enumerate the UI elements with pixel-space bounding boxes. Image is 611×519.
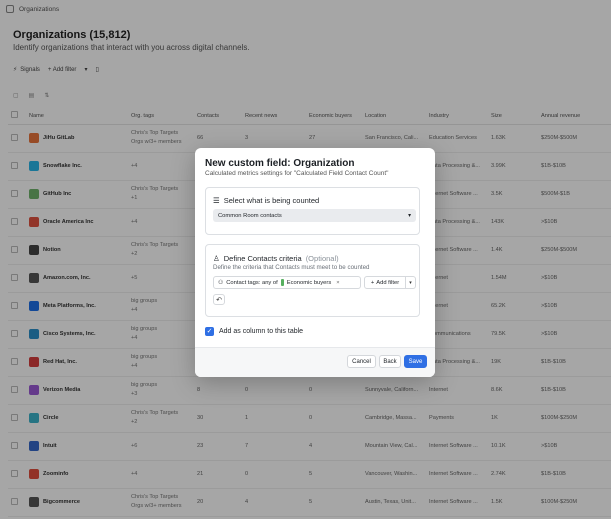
dialog-footer: Cancel Back Save <box>195 347 435 377</box>
count-target-select-value: Common Room contacts <box>218 212 282 219</box>
save-button[interactable]: Save <box>404 355 427 368</box>
add-filter-dropdown[interactable]: ▾ <box>406 276 416 289</box>
add-filter-label: Add filter <box>376 279 400 286</box>
filter-prefix: Contact tags: any of <box>226 279 278 286</box>
count-target-label: Select what is being counted <box>223 196 320 205</box>
count-target-section: ☰ Select what is being counted Common Ro… <box>205 187 420 235</box>
back-button[interactable]: Back <box>379 355 401 368</box>
undo-button[interactable]: ↶ <box>213 294 225 305</box>
checkmark-icon: ✓ <box>206 328 213 335</box>
new-custom-field-dialog: New custom field: Organization Calculate… <box>195 148 435 377</box>
add-column-checkbox[interactable]: ✓ <box>205 327 214 336</box>
caret-down-icon: ▾ <box>409 279 412 286</box>
dialog-title: New custom field: Organization <box>205 158 355 169</box>
contacts-criteria-section: ♙ Define Contacts criteria (Optional) De… <box>205 244 420 317</box>
count-target-heading: ☰ Select what is being counted <box>213 196 319 205</box>
add-column-option: ✓ Add as column to this table <box>205 327 303 336</box>
filter-value: Economic buyers <box>286 279 332 286</box>
cancel-button[interactable]: Cancel <box>347 355 376 368</box>
remove-filter-icon[interactable]: × <box>336 280 339 286</box>
dialog-subtitle: Calculated metrics settings for "Calcula… <box>205 170 389 177</box>
person-icon: ♙ <box>213 254 220 263</box>
list-icon: ☰ <box>213 196 220 205</box>
add-filter-button[interactable]: + Add filter <box>364 276 406 289</box>
people-icon: ⚇ <box>218 279 224 286</box>
optional-label: (Optional) <box>305 254 339 263</box>
contact-tags-filter[interactable]: ⚇ Contact tags: any of Economic buyers × <box>213 276 361 289</box>
criteria-heading: ♙ Define Contacts criteria (Optional) <box>213 254 339 263</box>
criteria-label: Define Contacts criteria <box>223 254 302 263</box>
undo-icon: ↶ <box>216 296 222 304</box>
count-target-select[interactable]: Common Room contacts ▾ <box>213 209 416 222</box>
caret-down-icon: ▾ <box>408 212 411 219</box>
criteria-description: Define the criteria that Contacts must m… <box>213 264 370 271</box>
tag-color-swatch <box>280 279 284 286</box>
add-column-label: Add as column to this table <box>219 328 304 335</box>
plus-icon: + <box>370 279 375 286</box>
